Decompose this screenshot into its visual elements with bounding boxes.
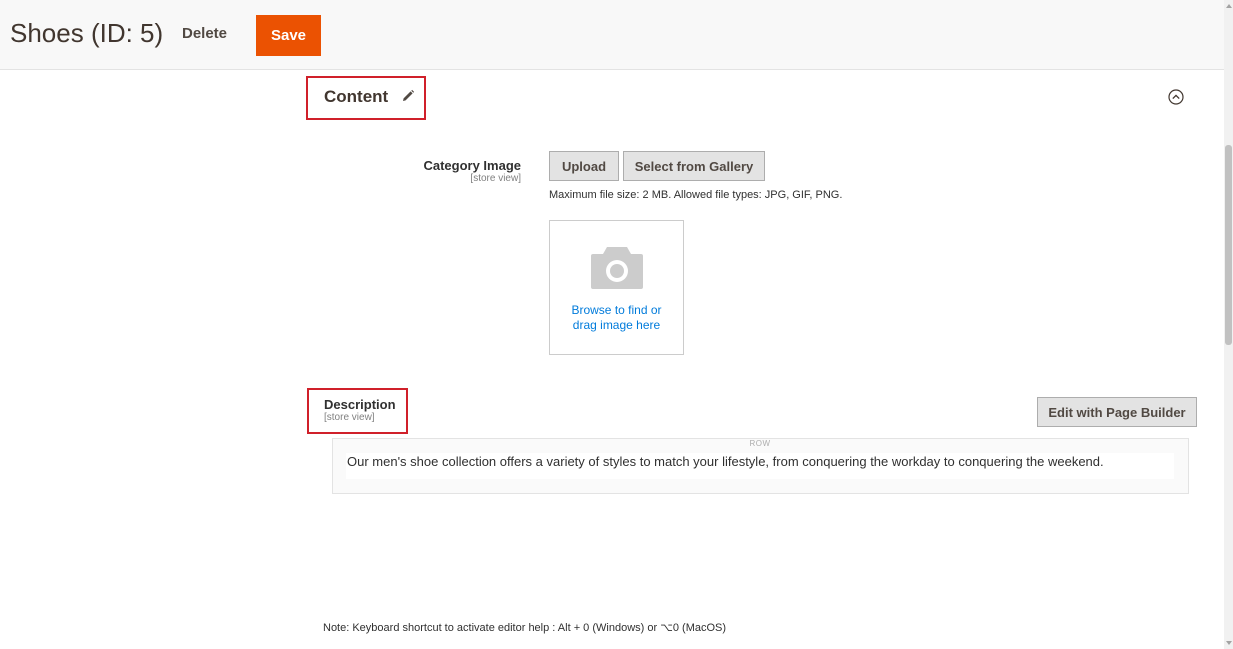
- category-image-scope: [store view]: [470, 173, 521, 184]
- description-label-box: Description [store view]: [307, 388, 408, 434]
- row-label: ROW: [749, 439, 771, 448]
- edit-with-page-builder-button[interactable]: Edit with Page Builder: [1037, 397, 1197, 427]
- save-button[interactable]: Save: [256, 15, 321, 56]
- description-text[interactable]: Our men's shoe collection offers a varie…: [347, 454, 1104, 469]
- description-scope: [store view]: [324, 412, 375, 423]
- image-dropzone[interactable]: Browse to find or drag image here: [549, 220, 684, 355]
- dropzone-text[interactable]: Browse to find or drag image here: [550, 303, 683, 333]
- dropzone-text-line-1: Browse to find or: [571, 303, 662, 317]
- row-text-area[interactable]: Our men's shoe collection offers a varie…: [346, 453, 1174, 479]
- file-size-note: Maximum file size: 2 MB. Allowed file ty…: [549, 189, 843, 201]
- editor-shortcut-note: Note: Keyboard shortcut to activate edit…: [323, 622, 727, 634]
- page-scrollbar[interactable]: [1224, 0, 1233, 649]
- description-label: Description: [324, 397, 396, 412]
- scroll-thumb[interactable]: [1225, 145, 1232, 345]
- select-from-gallery-button[interactable]: Select from Gallery: [623, 151, 765, 181]
- scroll-up-arrow-icon[interactable]: [1226, 4, 1232, 8]
- content-section-title: Content: [324, 87, 389, 106]
- upload-button[interactable]: Upload: [549, 151, 619, 181]
- content-section-header[interactable]: Content: [306, 76, 426, 120]
- page-title: Shoes (ID: 5): [10, 18, 164, 48]
- page: Shoes (ID: 5) Delete Save Content Catego…: [0, 0, 1233, 649]
- pencil-icon[interactable]: [401, 89, 415, 103]
- category-image-label: Category Image: [423, 158, 521, 173]
- page-header: Shoes (ID: 5) Delete Save: [0, 0, 1224, 70]
- chevron-up-circle-icon[interactable]: [1168, 89, 1184, 105]
- delete-button[interactable]: Delete: [176, 18, 233, 50]
- camera-icon: [591, 247, 643, 289]
- scroll-down-arrow-icon[interactable]: [1226, 641, 1232, 645]
- dropzone-text-line-2: drag image here: [572, 318, 661, 332]
